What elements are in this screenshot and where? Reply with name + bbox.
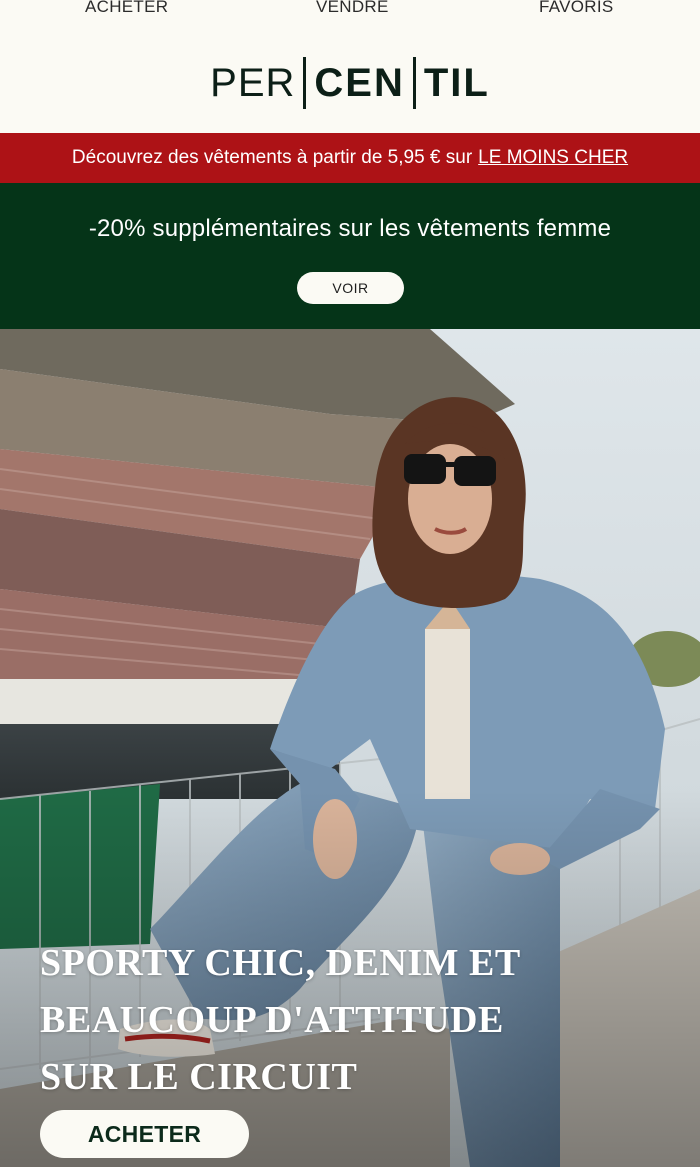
brand-logo-container: PER CEN TIL xyxy=(0,50,700,115)
acheter-button[interactable]: ACHETER xyxy=(40,1110,249,1158)
hero-title-line: SPORTY CHIC, DENIM ET xyxy=(40,942,521,984)
hero-title-line: SUR LE CIRCUIT xyxy=(40,1056,358,1098)
offer-section: -20% supplémentaires sur les vêtements f… xyxy=(0,183,700,329)
promo-banner-text: Découvrez des vêtements à partir de 5,95… xyxy=(71,147,473,168)
logo-segment-til: TIL xyxy=(423,60,490,105)
top-navigation: ACHETER VENDRE FAVORIS xyxy=(0,0,700,20)
nav-link-vendre[interactable]: VENDRE xyxy=(316,0,389,17)
offer-headline: -20% supplémentaires sur les vêtements f… xyxy=(88,215,612,242)
hero-banner: SPORTY CHIC, DENIM ET BEAUCOUP D'ATTITUD… xyxy=(0,329,700,1167)
promo-banner: Découvrez des vêtements à partir de 5,95… xyxy=(0,133,700,183)
hero-title-line: BEAUCOUP D'ATTITUDE xyxy=(40,999,504,1041)
nav-link-acheter[interactable]: ACHETER xyxy=(85,0,168,17)
logo-segment-per: PER xyxy=(210,60,296,105)
promo-banner-link[interactable]: LE MOINS CHER xyxy=(478,147,628,169)
logo-segment-cen: CEN xyxy=(314,60,405,105)
nav-link-favoris[interactable]: FAVORIS xyxy=(539,0,614,17)
voir-button[interactable]: VOIR xyxy=(297,272,404,304)
hero-title: SPORTY CHIC, DENIM ET BEAUCOUP D'ATTITUD… xyxy=(40,935,600,1106)
brand-logo[interactable]: PER CEN TIL xyxy=(202,56,498,109)
